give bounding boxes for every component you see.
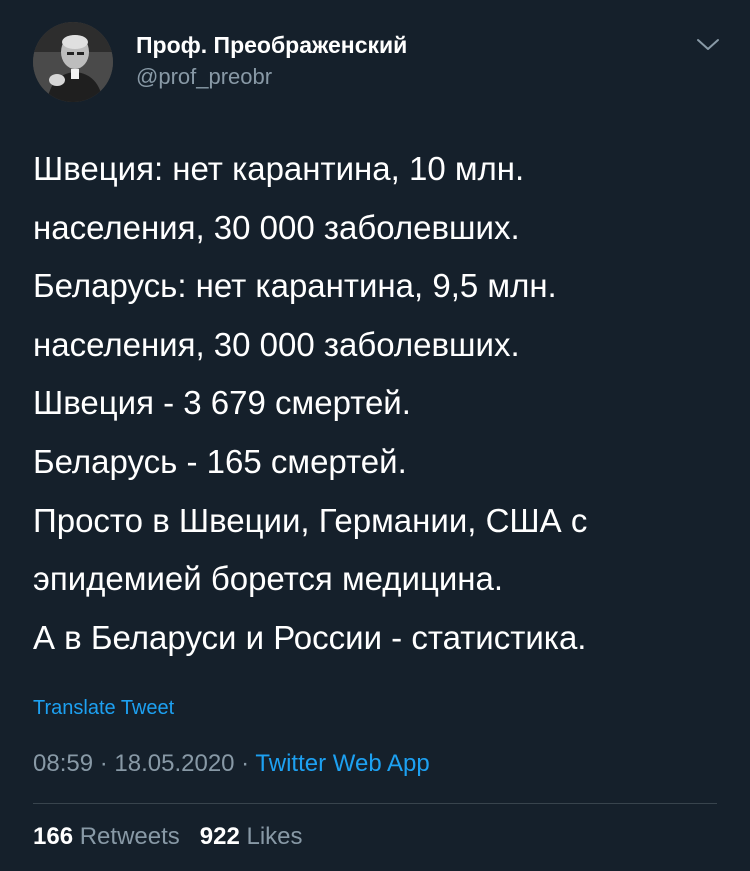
tweet-time[interactable]: 08:59 <box>33 750 93 777</box>
tweet-line: Швеция - 3 679 смертей. <box>33 384 411 422</box>
meta-separator: · <box>234 750 256 777</box>
tweet-line: эпидемией борется медицина. <box>33 560 504 598</box>
chevron-down-icon[interactable] <box>696 36 720 54</box>
tweet-line: населения, 30 000 заболевших. <box>33 208 520 246</box>
meta-separator: · <box>93 750 115 777</box>
retweets-label: Retweets <box>79 823 180 850</box>
tweet-source-link[interactable]: Twitter Web App <box>255 750 429 777</box>
retweets-count: 166 <box>33 823 74 850</box>
user-handle[interactable]: @prof_preobr <box>136 64 272 90</box>
tweet-text: Швеция: нет карантина, 10 млн. населения… <box>33 140 723 667</box>
likes-count: 922 <box>199 823 240 850</box>
tweet-line: Беларусь: нет карантина, 9,5 млн. <box>33 267 557 305</box>
avatar[interactable] <box>33 22 113 102</box>
retweets-stat[interactable]: 166 Retweets <box>33 823 180 850</box>
translate-tweet-link[interactable]: Translate Tweet <box>33 697 174 720</box>
tweet-metadata: 08:59 · 18.05.2020 · Twitter Web App <box>33 750 430 778</box>
tweet-line: Просто в Швеции, Германии, США с <box>33 501 588 539</box>
tweet-line: Беларусь - 165 смертей. <box>33 442 407 480</box>
tweet-line: населения, 30 000 заболевших. <box>33 325 520 363</box>
likes-stat[interactable]: 922 Likes <box>200 823 303 850</box>
tweet-line: Швеция: нет карантина, 10 млн. <box>33 150 525 187</box>
likes-label: Likes <box>246 823 303 850</box>
tweet-line: А в Беларуси и России - статистика. <box>33 618 587 656</box>
avatar-photo <box>33 22 113 102</box>
tweet-stats: 166 Retweets 922 Likes <box>33 823 303 851</box>
display-name[interactable]: Проф. Преображенский <box>136 32 407 59</box>
divider <box>33 803 717 804</box>
tweet-date[interactable]: 18.05.2020 <box>114 750 234 777</box>
